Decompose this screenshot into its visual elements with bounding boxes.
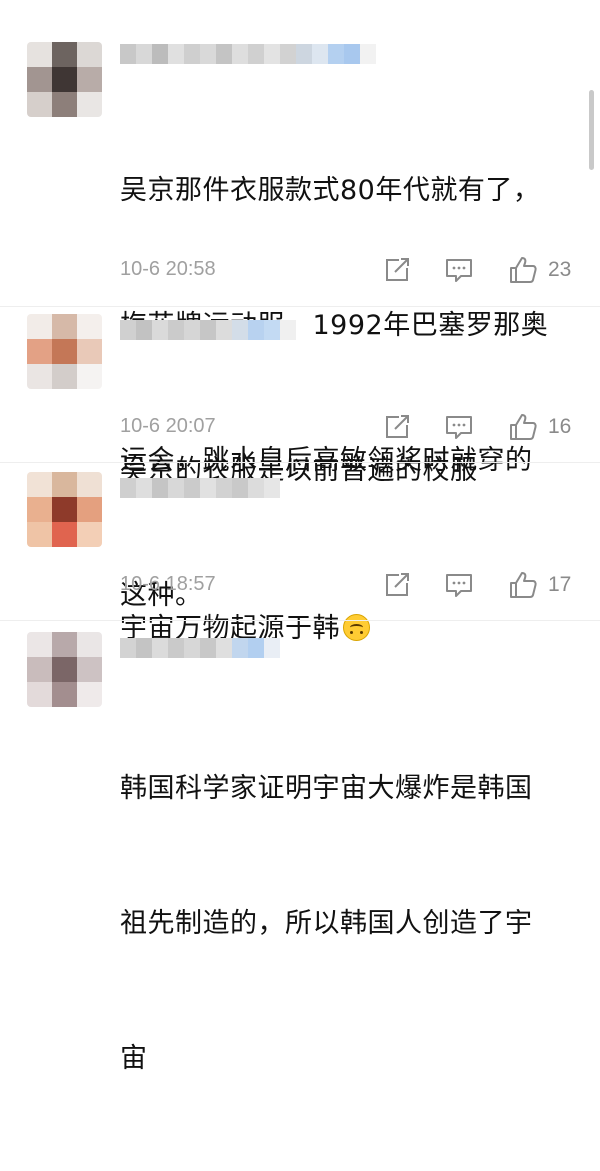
share-icon[interactable] [382,255,412,285]
avatar[interactable] [27,472,102,547]
thumbs-up-icon[interactable] [508,412,538,442]
username[interactable] [120,638,280,658]
scrollbar[interactable] [589,90,594,170]
thumbs-up-icon[interactable] [508,570,538,600]
username[interactable] [120,478,280,498]
comment-line: 宙 [120,1043,148,1074]
comment-line: 祖先制造的，所以韩国人创造了宇 [120,908,533,939]
timestamp: 10-6 20:07 [120,415,216,437]
thumbs-up-icon[interactable] [508,255,538,285]
comment-meta: 10-6 20:58 23 [120,255,590,285]
comment-line: 韩国科学家证明宇宙大爆炸是韩国 [120,773,533,804]
comment-line: 吴京那件衣服款式80年代就有了， [120,175,541,206]
username[interactable] [120,320,296,340]
like-count: 16 [548,415,572,438]
comment-item: 宇宙万物起源于韩 10-6 18:57 17 [0,462,600,644]
comment-icon[interactable] [444,570,474,600]
share-icon[interactable] [382,412,412,442]
username[interactable] [120,44,376,64]
comment-meta: 10-6 20:07 16 [120,412,590,442]
timestamp: 10-6 20:58 [120,258,216,280]
avatar[interactable] [27,314,102,389]
comment-item: 吴京的衣服是以前普遍的校服 10-6 20:07 16 [0,306,600,486]
comment-text: 韩国科学家证明宇宙大爆炸是韩国 祖先制造的，所以韩国人创造了宇 宙 [120,676,580,1171]
comment-icon[interactable] [444,412,474,442]
comment-item: 韩国科学家证明宇宙大爆炸是韩国 祖先制造的，所以韩国人创造了宇 宙 [0,620,600,1074]
comment-item: 吴京那件衣服款式80年代就有了， 梅花牌运动服。1992年巴塞罗那奥 运会，跳水… [0,0,600,611]
share-icon[interactable] [382,570,412,600]
timestamp: 10-6 18:57 [120,573,216,595]
like-count: 23 [548,258,572,281]
like-count: 17 [548,573,572,596]
avatar[interactable] [27,632,102,707]
comment-icon[interactable] [444,255,474,285]
avatar[interactable] [27,42,102,117]
comment-meta: 10-6 18:57 17 [120,570,590,600]
